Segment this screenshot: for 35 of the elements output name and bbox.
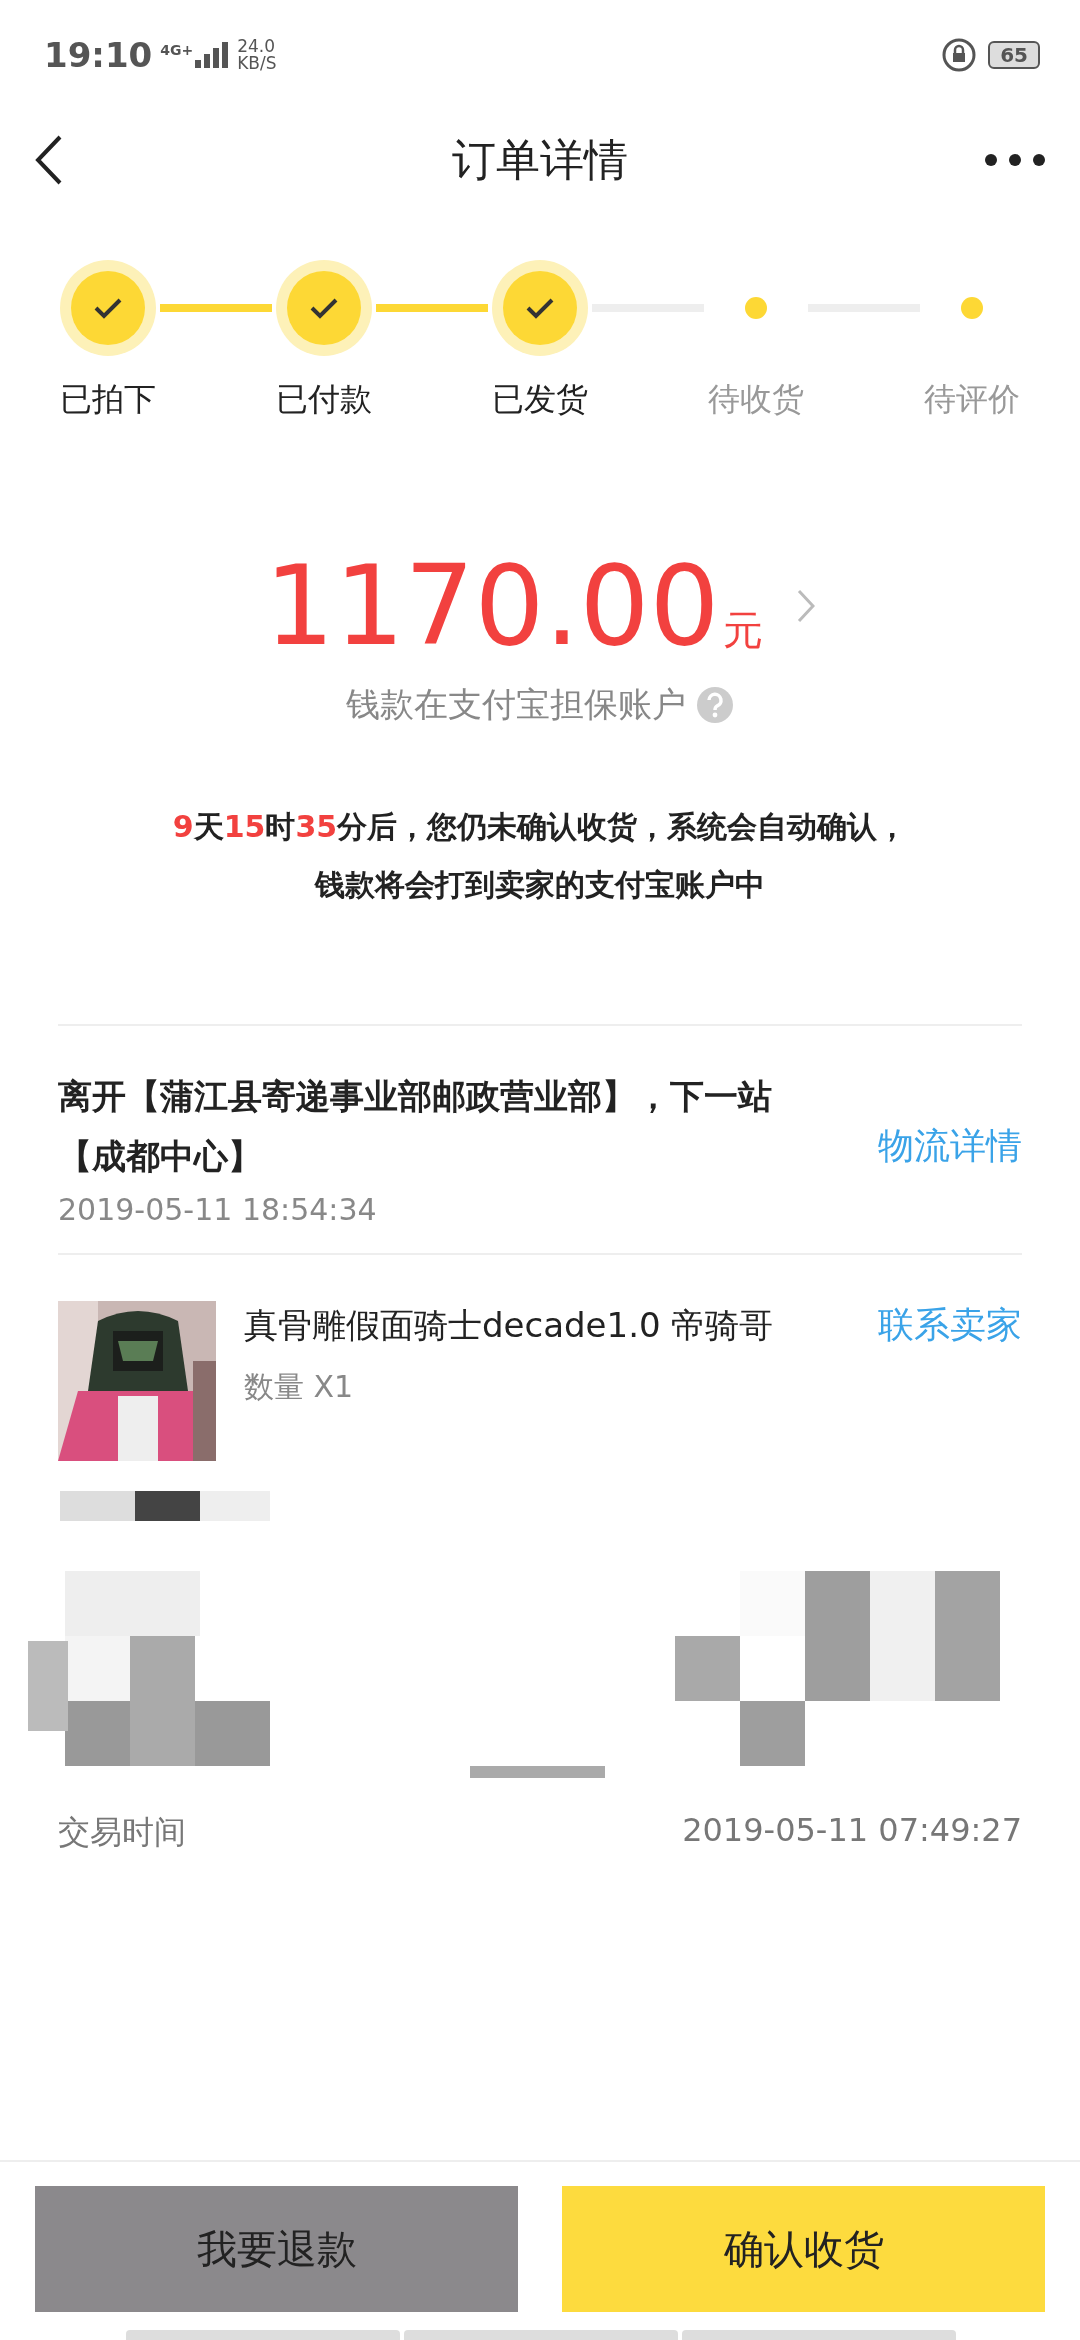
chevron-right-icon[interactable]	[797, 589, 816, 623]
step-label: 待收货	[708, 379, 804, 420]
rotation-lock-icon	[942, 38, 977, 72]
countdown-text: 钱款将会打到卖家的支付宝账户中	[313, 866, 766, 904]
speed-value: 24.0	[237, 38, 277, 55]
escrow-note: 钱款在支付宝担保账户	[346, 683, 686, 726]
page-title: 订单详情	[452, 133, 628, 185]
network-type: 4G+	[160, 42, 194, 58]
gesture-bar[interactable]	[404, 2330, 678, 2340]
signal-icon	[195, 42, 230, 68]
countdown-text: 9天15时35分后，您仍未确认收货，系统会自动确认，	[171, 808, 909, 846]
back-icon[interactable]	[34, 134, 64, 186]
more-icon[interactable]	[984, 153, 1046, 167]
logistics-time: 2019-05-11 18:54:34	[58, 1192, 378, 1227]
speed-unit: KB/S	[237, 55, 277, 72]
amount: 1170.00	[264, 542, 720, 670]
step-label: 待评价	[924, 379, 1020, 420]
contact-seller-link[interactable]: 联系卖家	[878, 1301, 1022, 1461]
product-title: 真骨雕假面骑士decade1.0 帝骑哥	[244, 1304, 775, 1347]
help-icon[interactable]	[696, 686, 734, 724]
gesture-bar[interactable]	[126, 2330, 400, 2340]
battery-level: 65	[988, 41, 1040, 69]
logistics-link[interactable]: 物流详情	[878, 1122, 1022, 1171]
refund-button[interactable]: 我要退款	[35, 2186, 518, 2312]
confirm-receipt-button[interactable]: 确认收货	[562, 2186, 1045, 2312]
step-label: 已拍下	[60, 379, 156, 420]
currency: 元	[723, 606, 764, 655]
logistics-message: 离开【蒲江县寄递事业部邮政营业部】，下一站【成都中心】	[58, 1075, 773, 1178]
gesture-bar[interactable]	[682, 2330, 956, 2340]
product-quantity: 数量 X1	[244, 1368, 355, 1406]
info-label: 交易时间	[58, 1812, 186, 1853]
step-label: 已付款	[276, 379, 372, 420]
step-label: 已发货	[492, 379, 588, 420]
info-value: 2019-05-11 07:49:27	[682, 1811, 1022, 1851]
clock: 19:10	[44, 35, 153, 75]
